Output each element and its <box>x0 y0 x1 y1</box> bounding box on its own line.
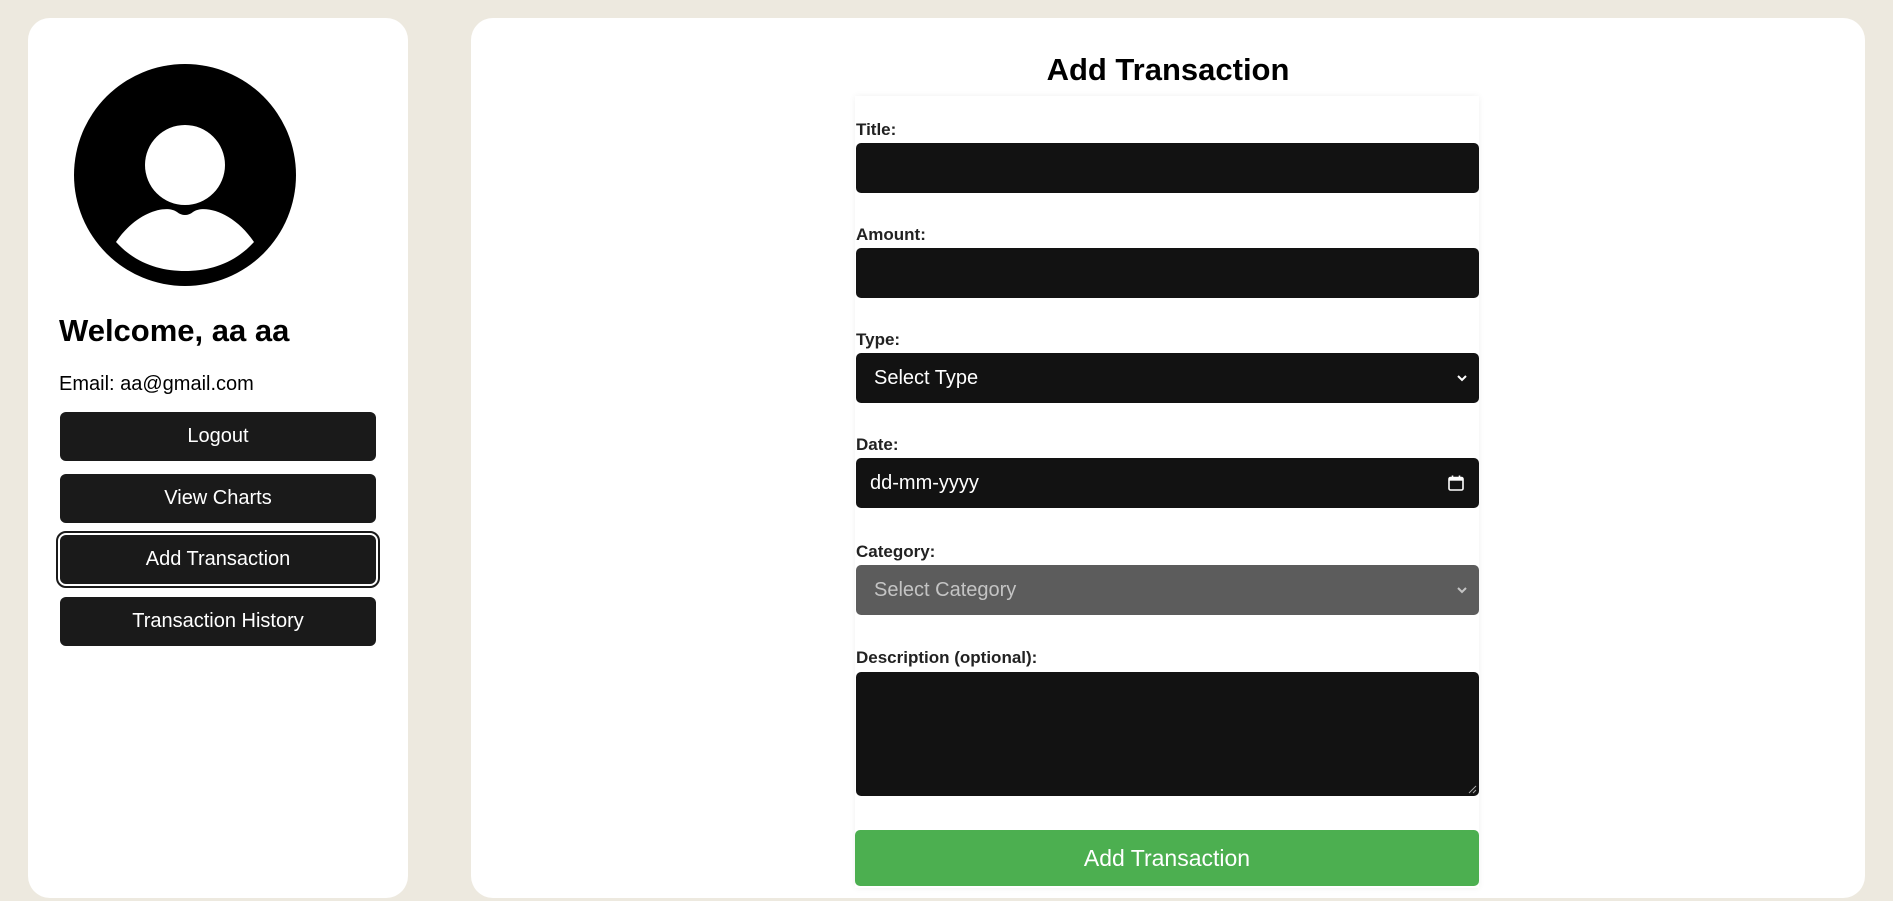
category-label: Category: <box>856 542 936 561</box>
add-transaction-form: Title: Amount: Type: Select Type Date: d… <box>855 96 1479 888</box>
page-title: Add Transaction <box>1046 52 1290 87</box>
calendar-icon[interactable] <box>1447 474 1465 492</box>
type-select-value: Select Type <box>874 366 979 389</box>
logout-button[interactable]: Logout <box>60 412 376 461</box>
view-charts-button[interactable]: View Charts <box>60 474 376 523</box>
description-textarea[interactable] <box>856 672 1479 796</box>
transaction-history-button[interactable]: Transaction History <box>60 597 376 646</box>
user-email: Email: aa@gmail.com <box>59 373 254 395</box>
main-panel: Add Transaction Title: Amount: Type: Sel… <box>471 18 1865 898</box>
title-label: Title: <box>856 120 897 139</box>
date-label: Date: <box>856 435 899 454</box>
type-select[interactable]: Select Type <box>856 353 1479 403</box>
user-avatar-icon <box>74 64 296 286</box>
amount-input[interactable] <box>856 248 1479 298</box>
resize-grip-icon[interactable] <box>1467 784 1477 794</box>
sidebar: Welcome, aa aa Email: aa@gmail.com Logou… <box>28 18 408 898</box>
date-placeholder: dd-mm-yyyy <box>870 471 979 494</box>
type-label: Type: <box>856 330 901 349</box>
welcome-heading: Welcome, aa aa <box>59 313 290 348</box>
category-select[interactable]: Select Category <box>856 565 1479 615</box>
amount-label: Amount: <box>856 225 926 244</box>
chevron-down-icon <box>1457 587 1467 594</box>
date-input[interactable]: dd-mm-yyyy <box>856 458 1479 508</box>
title-input[interactable] <box>856 143 1479 193</box>
add-transaction-submit-button[interactable]: Add Transaction <box>855 830 1479 886</box>
add-transaction-nav-button[interactable]: Add Transaction <box>56 531 380 588</box>
category-select-value: Select Category <box>874 578 1017 601</box>
description-label: Description (optional): <box>856 648 1038 667</box>
chevron-down-icon <box>1457 375 1467 382</box>
